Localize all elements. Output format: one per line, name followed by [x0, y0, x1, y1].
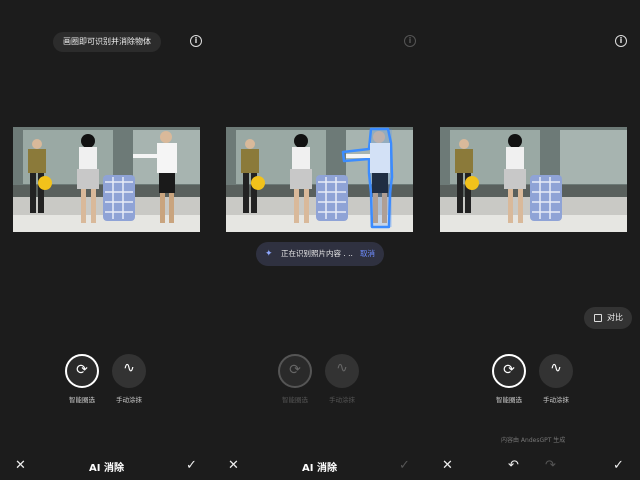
bottom-bar: ✕ AI 消除 ✓ — [0, 458, 213, 474]
smart-select-button[interactable]: ⟳ — [65, 354, 99, 388]
info-icon[interactable]: i — [615, 35, 627, 47]
panel-result: i 对比 ⟳ ∿ 智能圈选 手动涂抹 内容由 AndesGPT 生成 ✕ ↶ ↷… — [427, 0, 640, 480]
compare-label: 对比 — [607, 313, 623, 322]
manual-smear-label: 手动涂抹 — [329, 396, 355, 404]
smart-select-button[interactable]: ⟳ — [492, 354, 526, 388]
close-icon[interactable]: ✕ — [442, 458, 453, 473]
lasso-icon: ⟳ — [289, 362, 301, 378]
manual-smear-label: 手动涂抹 — [543, 396, 569, 404]
confirm-icon: ✓ — [399, 458, 410, 473]
confirm-icon[interactable]: ✓ — [186, 458, 197, 473]
bottom-bar: ✕ AI 消除 ✓ — [213, 458, 426, 474]
recognizing-toast: ✦ 正在识别照片内容 . .. 取消 — [256, 242, 384, 266]
bottom-bar: ✕ ↶ ↷ ✓ — [427, 458, 640, 474]
compare-icon — [594, 314, 602, 322]
street-photo — [13, 127, 200, 232]
toast-dots: . .. — [343, 249, 353, 258]
brush-icon: ∿ — [550, 360, 562, 376]
manual-smear-button[interactable]: ∿ — [325, 354, 359, 388]
page-title: AI 消除 — [302, 463, 337, 474]
compare-button[interactable]: 对比 — [584, 307, 632, 329]
photo-result[interactable] — [440, 127, 627, 232]
panel-initial: 画圈即可识别并消除物体 i ⟳ ∿ 智能圈选 手动涂抹 ✕ AI 消除 ✓ — [0, 0, 213, 480]
lasso-icon: ⟳ — [503, 362, 515, 378]
info-icon: i — [404, 35, 416, 47]
manual-smear-button[interactable]: ∿ — [539, 354, 573, 388]
hint-text: 画圈即可识别并消除物体 — [63, 37, 151, 46]
smart-select-label: 智能圈选 — [496, 396, 522, 404]
manual-smear-button[interactable]: ∿ — [112, 354, 146, 388]
smart-select-label: 智能圈选 — [282, 396, 308, 404]
cancel-button[interactable]: 取消 — [360, 242, 375, 266]
sparkle-icon: ✦ — [265, 249, 273, 259]
ai-generated-note: 内容由 AndesGPT 生成 — [501, 437, 566, 444]
brush-icon: ∿ — [123, 360, 135, 376]
photo[interactable] — [13, 127, 200, 232]
smart-select-button[interactable]: ⟳ — [278, 354, 312, 388]
street-photo-highlighted — [226, 127, 413, 232]
page-title: AI 消除 — [89, 463, 124, 474]
hint-pill: 画圈即可识别并消除物体 — [53, 32, 161, 52]
manual-smear-label: 手动涂抹 — [116, 396, 142, 404]
lasso-icon: ⟳ — [76, 362, 88, 378]
confirm-icon[interactable]: ✓ — [613, 458, 624, 473]
undo-icon[interactable]: ↶ — [508, 458, 519, 473]
brush-icon: ∿ — [336, 360, 348, 376]
toast-message: 正在识别照片内容 — [281, 249, 341, 258]
smart-select-label: 智能圈选 — [69, 396, 95, 404]
info-icon[interactable]: i — [190, 35, 202, 47]
photo[interactable] — [226, 127, 413, 232]
panel-recognizing: i ✦ 正在识别照片内容 . .. 取消 ⟳ ∿ 智能圈选 手动涂抹 ✕ AI … — [213, 0, 426, 480]
street-photo-erased — [440, 127, 627, 232]
redo-icon: ↷ — [545, 458, 556, 473]
